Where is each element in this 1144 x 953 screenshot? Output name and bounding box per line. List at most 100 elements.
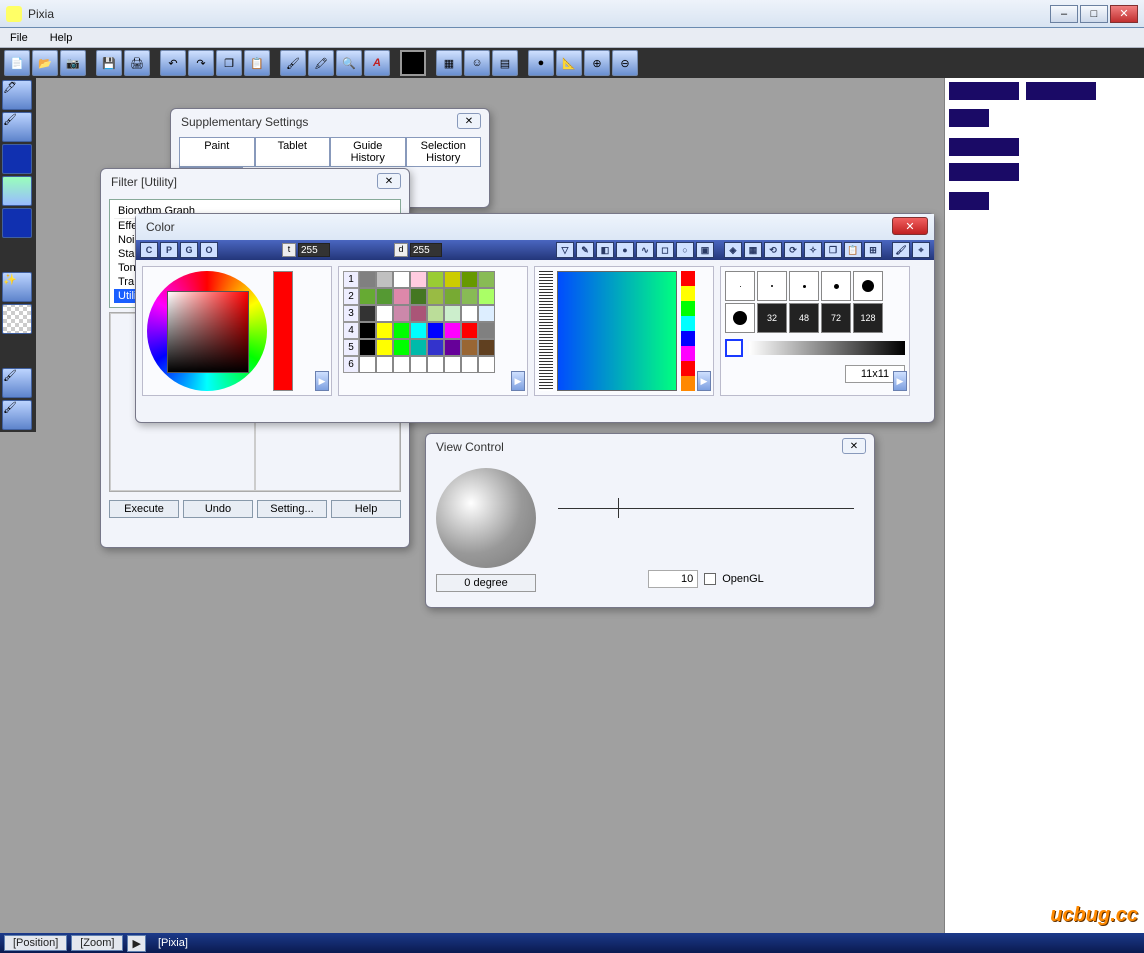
execute-button[interactable]: Execute	[109, 500, 179, 518]
gradient-stop[interactable]	[681, 301, 695, 316]
tab-guide-history[interactable]: Guide History	[330, 137, 406, 167]
tool-icon[interactable]: 📋	[844, 242, 862, 258]
open-icon[interactable]: 📂	[32, 50, 58, 76]
zoom-slider[interactable]: 10 OpenGL	[548, 468, 864, 592]
palette-swatch[interactable]	[461, 322, 478, 339]
zoom-button[interactable]: [Zoom]	[71, 935, 123, 951]
gradient-stop[interactable]	[681, 316, 695, 331]
mode-o-button[interactable]: O	[200, 242, 218, 258]
color-swatch[interactable]	[400, 50, 426, 76]
paste-icon[interactable]: 📋	[244, 50, 270, 76]
fill-tool-icon[interactable]	[2, 208, 32, 238]
tool-icon[interactable]: ∿	[636, 242, 654, 258]
palette-page[interactable]: 1	[343, 271, 359, 288]
panel-block[interactable]	[949, 163, 1019, 181]
layer-icon[interactable]: ▤	[492, 50, 518, 76]
rotation-sphere[interactable]	[436, 468, 536, 568]
brush-cell[interactable]: 48	[789, 303, 819, 333]
palette-swatch[interactable]	[376, 271, 393, 288]
palette-swatch[interactable]	[410, 322, 427, 339]
palette-swatch[interactable]	[478, 288, 495, 305]
palette-swatch[interactable]	[461, 305, 478, 322]
tool-icon[interactable]: ✧	[804, 242, 822, 258]
tab-paint[interactable]: Paint	[179, 137, 255, 167]
current-color-swatch[interactable]	[273, 271, 293, 391]
palette-swatch[interactable]	[427, 339, 444, 356]
palette-swatch[interactable]	[393, 305, 410, 322]
panel-block[interactable]	[949, 82, 1019, 100]
print-icon[interactable]: 🖨	[124, 50, 150, 76]
play-icon[interactable]: ▶	[127, 935, 145, 952]
eyedropper-icon[interactable]: ⌖	[912, 242, 930, 258]
undo-button[interactable]: Undo	[183, 500, 253, 518]
opacity-gradient[interactable]	[749, 341, 905, 355]
palette-swatch[interactable]	[478, 322, 495, 339]
gradient-stop[interactable]	[681, 331, 695, 346]
palette-swatch[interactable]	[410, 305, 427, 322]
palette-swatch[interactable]	[359, 271, 376, 288]
tool-icon[interactable]: ▽	[556, 242, 574, 258]
gradient-scale[interactable]	[539, 271, 553, 391]
maximize-button[interactable]: □	[1080, 5, 1108, 23]
palette-swatch[interactable]	[376, 305, 393, 322]
palette-swatch[interactable]	[393, 339, 410, 356]
opengl-checkbox[interactable]	[704, 573, 716, 585]
screen-icon[interactable]: ▦	[436, 50, 462, 76]
palette-page[interactable]: 5	[343, 339, 359, 356]
gradient-stop[interactable]	[681, 346, 695, 361]
tab-tablet[interactable]: Tablet	[255, 137, 331, 167]
palette-page-list[interactable]: 1 2 3 4 5 6	[343, 271, 359, 373]
text-icon[interactable]: A	[364, 50, 390, 76]
palette-swatch[interactable]	[410, 356, 427, 373]
gradient-box[interactable]	[557, 271, 677, 391]
palette-swatch[interactable]	[359, 339, 376, 356]
palette-grid[interactable]	[359, 271, 495, 373]
palette-swatch[interactable]	[359, 288, 376, 305]
menu-file[interactable]: File	[4, 30, 34, 46]
palette-swatch[interactable]	[359, 356, 376, 373]
t-input[interactable]	[298, 243, 330, 257]
palette-page[interactable]: 2	[343, 288, 359, 305]
palette-swatch[interactable]	[376, 288, 393, 305]
new-icon[interactable]: 📄	[4, 50, 30, 76]
palette-swatch[interactable]	[393, 356, 410, 373]
palette-swatch[interactable]	[427, 305, 444, 322]
brush-icon[interactable]: 🖌	[892, 242, 910, 258]
gradient-strip[interactable]	[681, 271, 695, 391]
palette-swatch[interactable]	[393, 288, 410, 305]
pen-tool-icon[interactable]: 🖊	[2, 80, 32, 110]
color-wheel[interactable]	[147, 271, 267, 391]
brush-cell[interactable]	[821, 271, 851, 301]
tab-selection-history[interactable]: Selection History	[406, 137, 482, 167]
palette-swatch[interactable]	[427, 322, 444, 339]
palette-swatch[interactable]	[376, 356, 393, 373]
brush-cell[interactable]: 128	[853, 303, 883, 333]
clone-tool-icon[interactable]: 🖌	[2, 400, 32, 430]
close-icon[interactable]: ✕	[892, 217, 928, 235]
mode-c-button[interactable]: C	[140, 242, 158, 258]
palette-swatch[interactable]	[461, 271, 478, 288]
mode-g-button[interactable]: G	[180, 242, 198, 258]
palette-swatch[interactable]	[376, 339, 393, 356]
close-icon[interactable]: ✕	[842, 438, 866, 454]
redo-icon[interactable]: ↷	[188, 50, 214, 76]
palette-swatch[interactable]	[444, 322, 461, 339]
palette-swatch[interactable]	[376, 322, 393, 339]
gradient-stop[interactable]	[681, 286, 695, 301]
degree-button[interactable]: 0 degree	[436, 574, 536, 592]
next-arrow-icon[interactable]: ▶	[511, 371, 525, 391]
zoom-value[interactable]: 10	[648, 570, 698, 588]
brush-cell[interactable]: 72	[821, 303, 851, 333]
palette-swatch[interactable]	[359, 305, 376, 322]
position-button[interactable]: [Position]	[4, 935, 67, 951]
next-arrow-icon[interactable]: ▶	[893, 371, 907, 391]
palette-swatch[interactable]	[444, 288, 461, 305]
panel-block[interactable]	[1026, 82, 1096, 100]
brush-cell[interactable]: 32	[757, 303, 787, 333]
d-input[interactable]	[410, 243, 442, 257]
tool-icon[interactable]: ▣	[696, 242, 714, 258]
tool-icon[interactable]: ⟲	[764, 242, 782, 258]
palette-swatch[interactable]	[478, 356, 495, 373]
record-icon[interactable]: ●	[528, 50, 554, 76]
tool-icon[interactable]: ◧	[596, 242, 614, 258]
